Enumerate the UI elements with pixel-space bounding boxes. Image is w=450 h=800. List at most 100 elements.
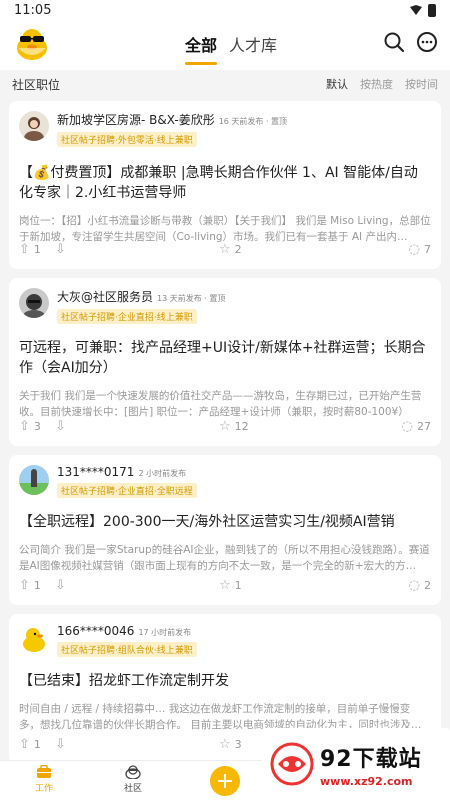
author-name[interactable]: 新加坡学区房源- B&X-姜欣彤 [57,111,215,128]
avatar[interactable] [19,288,49,318]
comment-button[interactable]: ◌ 7 [409,242,431,257]
nav-community[interactable]: 社区 [124,765,142,794]
downvote-button[interactable]: ⇩ [55,737,66,752]
sort-by-popularity[interactable]: 按热度 [360,76,393,92]
thumb-up-icon: ⇧ [19,577,30,593]
upvote-count: 3 [33,419,41,433]
favorite-count: 1 [234,578,242,592]
add-post-button[interactable]: + [210,766,240,796]
status-time: 11:05 [14,2,52,18]
post-tags: 社区帖子招聘·企业直招·线上兼职 [57,309,197,324]
author-line: 131****0171 2 小时前发布 [57,465,197,479]
author-name[interactable]: 166****0046 [57,624,134,638]
nav-work-label: 工作 [35,784,54,794]
post-header: 131****0171 2 小时前发布 社区帖子招聘·企业直招·全职远程 [19,465,431,498]
sort-default[interactable]: 默认 [326,76,348,92]
comment-count: 7 [424,242,431,256]
comment-button[interactable]: ◌ 27 [402,419,431,434]
post-card[interactable]: 新加坡学区房源- B&X-姜欣彤 16 天前发布 · 置顶 社区帖子招聘·外包零… [9,101,441,269]
thumb-down-icon: ⇩ [55,418,66,434]
post-meta: 17 小时前发布 [138,628,192,637]
post-title[interactable]: 【已结束】招龙虾工作流定制开发 [19,671,431,691]
post-card[interactable]: 大灰@社区服务员 13 天前发布 · 置顶 社区帖子招聘·企业直招·线上兼职 可… [9,278,441,446]
thumb-up-icon: ⇧ [19,736,30,752]
favorite-count: 12 [234,419,249,433]
nav-community-label: 社区 [124,784,143,794]
sort-options: 默认 按热度 按时间 [326,76,438,92]
community-duck-icon [125,765,141,779]
post-meta: 16 天前发布 · 置顶 [218,117,288,126]
upvote-button[interactable]: ⇧ 1 [19,737,41,752]
post-actions: ⇧ 1 ⇩ ☆ 2 ◌ 7 [19,241,431,257]
downvote-button[interactable]: ⇩ [55,578,66,593]
comment-icon: ◌ [401,418,413,434]
favorite-button[interactable]: ☆ 12 [219,419,249,434]
post-card[interactable]: 131****0171 2 小时前发布 社区帖子招聘·企业直招·全职远程 【全职… [9,455,441,605]
upvote-button[interactable]: ⇧ 1 [19,242,41,257]
post-actions: ⇧ 1 ⇩ ☆ 1 ◌ 2 [19,577,431,593]
post-actions: ⇧ 3 ⇩ ☆ 12 ◌ 27 [19,418,431,434]
post-meta: 2 小时前发布 [138,469,187,478]
watermark-text: 92下载站 www.xz92.com [320,741,422,788]
star-icon: ☆ [219,418,231,434]
favorite-count: 3 [234,737,242,751]
sort-by-time[interactable]: 按时间 [405,76,438,92]
thumb-up-icon: ⇧ [19,241,30,257]
favorite-button[interactable]: ☆ 1 [219,578,242,593]
avatar[interactable] [19,465,49,495]
favorite-button[interactable]: ☆ 3 [219,737,242,752]
upvote-button[interactable]: ⇧ 3 [19,419,41,434]
watermark-url: www.xz92.com [320,774,413,788]
comment-count: 2 [424,578,431,592]
avatar[interactable] [19,624,49,654]
author-name[interactable]: 131****0171 [57,465,134,479]
downvote-button[interactable]: ⇩ [55,419,66,434]
upvote-count: 1 [33,578,41,592]
upvote-button[interactable]: ⇧ 1 [19,578,41,593]
post-tags: 社区帖子招聘·组队合伙·线上兼职 [57,642,197,657]
watermark: 92下载站 www.xz92.com [262,728,450,800]
favorite-button[interactable]: ☆ 2 [219,242,242,257]
author-line: 新加坡学区房源- B&X-姜欣彤 16 天前发布 · 置顶 [57,111,287,128]
star-icon: ☆ [219,577,231,593]
nav-work[interactable]: 工作 [35,765,53,794]
author-line: 166****0046 17 小时前发布 [57,624,197,638]
watermark-logo-icon [270,742,314,786]
tab-all[interactable]: 全部 [185,32,218,65]
section-title: 社区职位 [12,77,61,92]
thumb-down-icon: ⇩ [55,241,66,257]
watermark-main: 92下载站 [320,746,422,772]
post-excerpt: 关于我们 我们是一个快速发展的价值社交产品——游牧岛，生存期已过，已开始产生营收… [19,390,422,418]
wifi-icon [410,5,422,15]
post-tags: 社区帖子招聘·企业直招·全职远程 [57,483,197,498]
message-icon[interactable] [416,31,438,53]
post-header: 166****0046 17 小时前发布 社区帖子招聘·组队合伙·线上兼职 [19,624,431,657]
thumb-down-icon: ⇩ [55,577,66,593]
post-title[interactable]: 可远程，可兼职：找产品经理+UI设计/新媒体+社群运营；长期合作（会AI加分） [19,338,431,378]
author-name[interactable]: 大灰@社区服务员 [57,288,153,305]
star-icon: ☆ [219,736,231,752]
avatar[interactable] [19,111,49,141]
post-title[interactable]: 【💰付费置顶】成都兼职 |急聘长期合作伙伴 1、AI 智能体/自动化专家｜2.小… [19,163,431,203]
downvote-button[interactable]: ⇩ [55,242,66,257]
thumb-down-icon: ⇩ [55,736,66,752]
comment-button[interactable]: ◌ 2 [409,578,431,593]
star-icon: ☆ [219,241,231,257]
favorite-count: 2 [234,242,242,256]
post-header: 新加坡学区房源- B&X-姜欣彤 16 天前发布 · 置顶 社区帖子招聘·外包零… [19,111,431,147]
section-bar: 社区职位 默认 按热度 按时间 [0,70,450,98]
briefcase-icon [37,765,51,778]
search-icon[interactable] [383,31,405,53]
comment-icon: ◌ [408,241,420,257]
post-title[interactable]: 【全职远程】200-300一天/海外社区运营实习生/视频AI营销 [19,512,431,532]
post-header: 大灰@社区服务员 13 天前发布 · 置顶 社区帖子招聘·企业直招·线上兼职 [19,288,431,324]
tab-talent-pool[interactable]: 人才库 [229,32,277,56]
header-tabs: 全部 人才库 [185,32,277,65]
post-author-info: 新加坡学区房源- B&X-姜欣彤 16 天前发布 · 置顶 社区帖子招聘·外包零… [57,111,287,147]
app-logo-duck-icon[interactable] [14,26,50,62]
upvote-count: 1 [33,242,41,256]
post-excerpt: 公司简介 我们是一家Starup的硅谷AI企业，融到钱了的（所以不用担心没钱跑路… [19,544,430,572]
post-tags: 社区帖子招聘·外包零活·线上兼职 [57,132,197,147]
battery-icon [428,3,436,17]
post-author-info: 166****0046 17 小时前发布 社区帖子招聘·组队合伙·线上兼职 [57,624,197,657]
